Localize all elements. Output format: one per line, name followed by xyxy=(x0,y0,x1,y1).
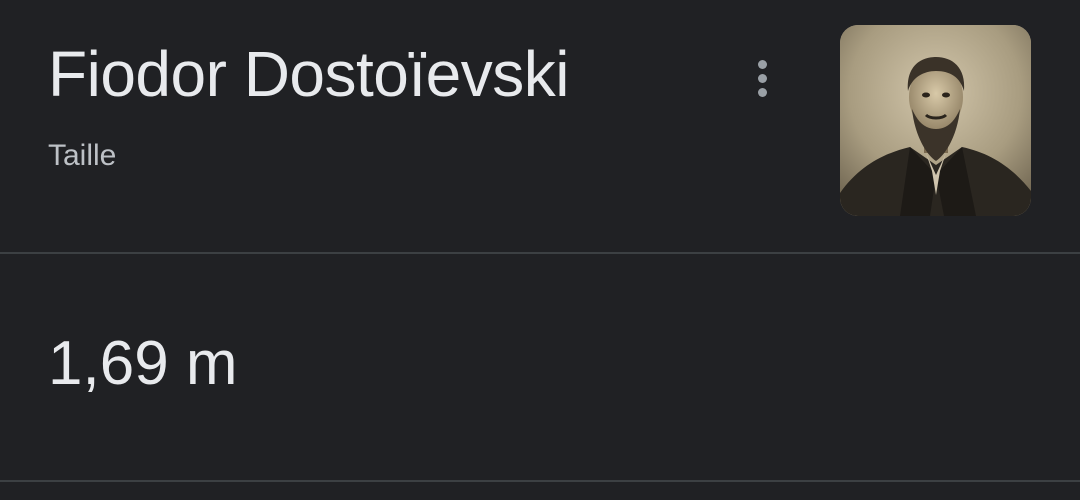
more-vert-icon xyxy=(757,57,767,99)
attribute-label: Taille xyxy=(48,139,117,172)
divider xyxy=(0,252,1080,254)
entity-title: Fiodor Dostoïevski xyxy=(48,38,569,110)
divider xyxy=(0,480,1080,482)
more-options-button[interactable] xyxy=(738,52,786,104)
entity-portrait-image[interactable] xyxy=(840,25,1031,216)
attribute-value: 1,69 m xyxy=(48,329,238,398)
knowledge-panel-header: Fiodor Dostoïevski Taille xyxy=(0,0,1080,253)
